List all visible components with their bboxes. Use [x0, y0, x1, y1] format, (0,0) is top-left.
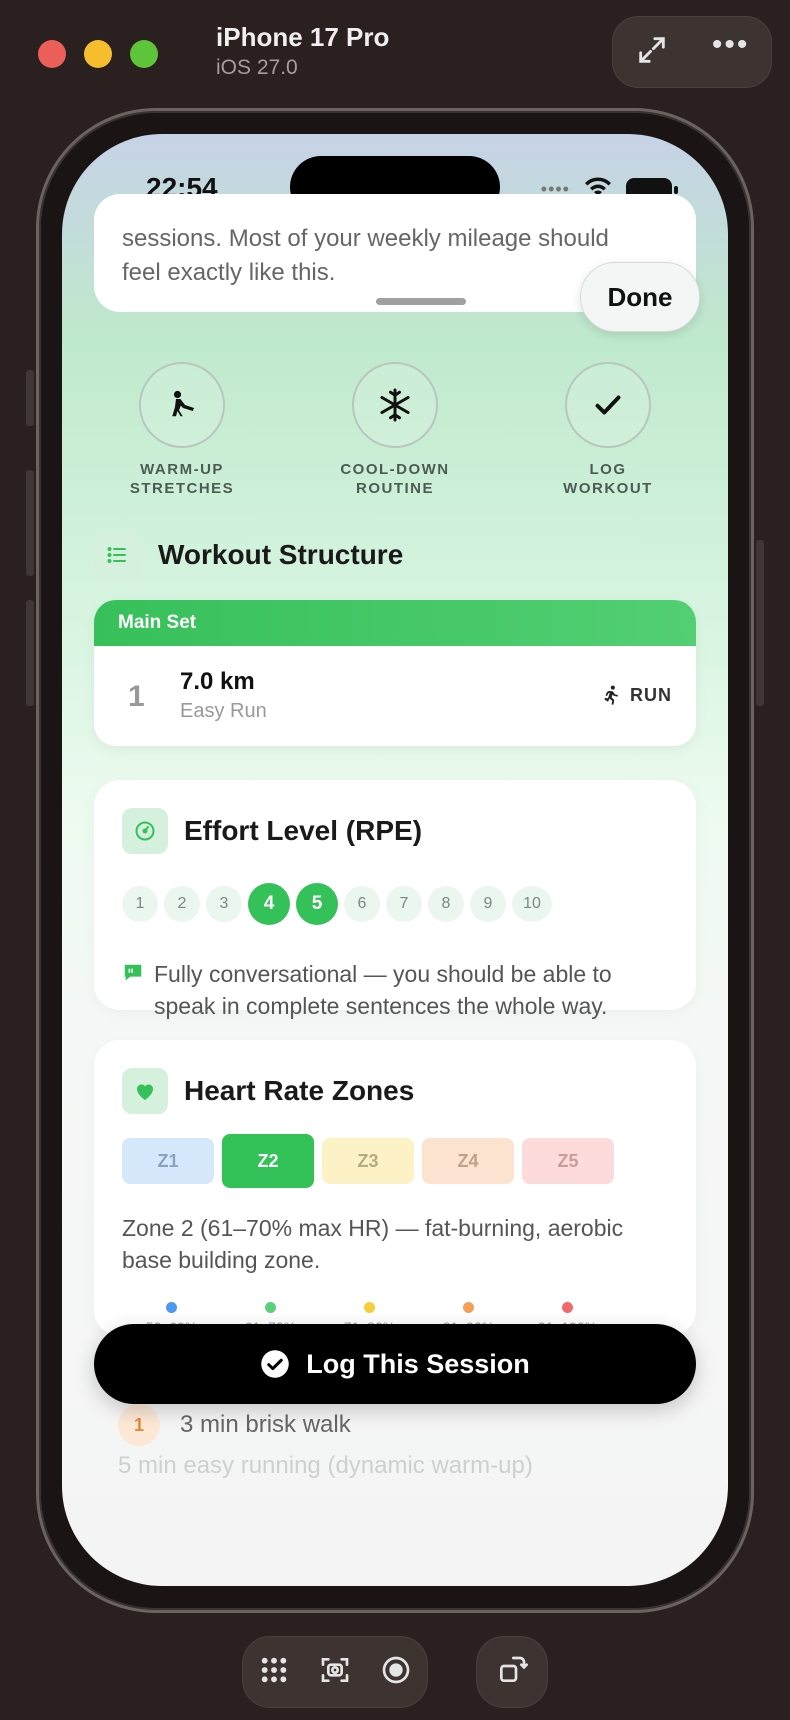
os-version: iOS 27.0: [216, 56, 298, 79]
legend-dot: [463, 1302, 474, 1313]
description-line-1: sessions. Most of your weekly mileage sh…: [122, 225, 609, 252]
log-session-button[interactable]: Log This Session: [94, 1324, 696, 1404]
legend-dot: [265, 1302, 276, 1313]
rpe-note: Fully conversational — you should be abl…: [122, 958, 672, 1022]
qa-label-3b: WORKOUT: [563, 480, 653, 497]
rpe-7[interactable]: 7: [386, 886, 422, 922]
rpe-9[interactable]: 9: [470, 886, 506, 922]
effort-header: Effort Level (RPE): [122, 808, 422, 854]
log-workout-action[interactable]: LOG WORKOUT: [518, 362, 698, 498]
action-button: [26, 370, 34, 426]
runner-icon: [604, 685, 618, 705]
rpe-3[interactable]: 3: [206, 886, 242, 922]
expand-icon[interactable]: [635, 33, 669, 72]
snowflake-icon: [380, 388, 410, 422]
sheet-grabber[interactable]: [376, 298, 466, 305]
heart-rate-title: Heart Rate Zones: [184, 1075, 415, 1106]
legend-dot: [364, 1302, 375, 1313]
heart-rate-header: Heart Rate Zones: [122, 1068, 414, 1114]
warmup-step-number: 1: [118, 1404, 160, 1446]
zone-1-button[interactable]: Z1: [122, 1138, 214, 1184]
rpe-note-text: Fully conversational — you should be abl…: [154, 961, 612, 1019]
gauge-icon: [122, 808, 168, 854]
speech-bubble-icon: [124, 964, 142, 981]
record-icon[interactable]: [380, 1654, 412, 1691]
workout-structure-header: Workout Structure: [94, 532, 403, 578]
run-tag: RUN: [600, 684, 672, 706]
rpe-10[interactable]: 10: [512, 886, 552, 922]
qa-label-1b: STRETCHES: [129, 480, 235, 497]
warmup-stretches-action[interactable]: WARM-UP STRETCHES: [92, 362, 272, 498]
rpe-scale: 1 2 3 4 5 6 7 8 9 10: [122, 883, 552, 925]
zoom-window-button[interactable]: [130, 40, 158, 68]
qa-circle[interactable]: [139, 362, 225, 448]
qa-label-2: COOL-DOWN: [340, 461, 450, 478]
log-session-label: Log This Session: [306, 1348, 530, 1379]
zone-selector: Z1 Z2 Z3 Z4 Z5: [122, 1134, 614, 1188]
list-icon: [94, 532, 140, 578]
zone-5-button[interactable]: Z5: [522, 1138, 614, 1184]
home-grid-icon[interactable]: [258, 1654, 290, 1691]
zone-description: Zone 2 (61–70% max HR) — fat-burning, ae…: [122, 1215, 624, 1273]
app-screen: 22:54 •••• sessions. Most of your weekly…: [62, 134, 728, 1586]
warmup-list-item: 1 3 min brisk walk: [118, 1404, 351, 1446]
heart-icon: [122, 1068, 168, 1114]
simulator-toolbar: [242, 1636, 428, 1708]
checkmark-icon: [595, 395, 621, 415]
legend-dot: [166, 1302, 177, 1313]
qa-label-2b: ROUTINE: [356, 480, 434, 497]
heart-rate-card: Heart Rate Zones Z1 Z2 Z3 Z4 Z5 Zone 2 (…: [94, 1040, 696, 1336]
effort-card: Effort Level (RPE) 1 2 3 4 5 6 7 8 9 10 …: [94, 780, 696, 1019]
more-options-icon[interactable]: •••: [712, 30, 750, 60]
close-window-button[interactable]: [38, 40, 66, 68]
legend-dot: [562, 1302, 573, 1313]
run-tag-label: RUN: [630, 684, 672, 705]
zone-4-button[interactable]: Z4: [422, 1138, 514, 1184]
warmup-step-text: 3 min brisk walk: [180, 1411, 351, 1438]
window-controls: [38, 40, 158, 68]
volume-down-button: [26, 600, 34, 706]
main-set-card[interactable]: Main Set 1 7.0 km Easy Run RUN: [94, 600, 696, 746]
rotate-icon[interactable]: [496, 1654, 528, 1691]
description-line-2: feel exactly like this.: [122, 259, 336, 286]
qa-label-3: LOG: [589, 461, 627, 478]
rotate-toolbar: [476, 1636, 548, 1708]
cooldown-routine-action[interactable]: COOL-DOWN ROUTINE: [305, 362, 485, 498]
rpe-1[interactable]: 1: [122, 886, 158, 922]
zone-3-button[interactable]: Z3: [322, 1138, 414, 1184]
volume-up-button: [26, 470, 34, 576]
qa-circle[interactable]: [565, 362, 651, 448]
effort-title: Effort Level (RPE): [184, 815, 423, 846]
rpe-8[interactable]: 8: [428, 886, 464, 922]
step-number: 1: [128, 680, 145, 713]
warmup-list-item-2: 5 min easy running (dynamic warm-up): [118, 1452, 533, 1479]
main-set-label: Main Set: [94, 600, 696, 646]
qa-circle[interactable]: [352, 362, 438, 448]
step-distance: 7.0 km: [180, 668, 255, 695]
zone-2-button[interactable]: Z2: [222, 1134, 314, 1188]
device-name: iPhone 17 Pro: [216, 22, 390, 52]
screenshot-icon[interactable]: [319, 1654, 351, 1691]
section-title: Workout Structure: [158, 539, 404, 570]
check-circle-icon: [261, 1350, 289, 1378]
qa-label-1: WARM-UP: [140, 461, 224, 478]
stretch-icon: [172, 390, 194, 417]
power-button: [756, 540, 764, 706]
done-button[interactable]: Done: [580, 262, 700, 332]
rpe-6[interactable]: 6: [344, 886, 380, 922]
rpe-5[interactable]: 5: [296, 883, 338, 925]
rpe-4[interactable]: 4: [248, 883, 290, 925]
rpe-2[interactable]: 2: [164, 886, 200, 922]
minimize-window-button[interactable]: [84, 40, 112, 68]
window-toolbar: •••: [612, 16, 772, 88]
step-type: Easy Run: [180, 700, 267, 722]
phone-screen: 22:54 •••• sessions. Most of your weekly…: [62, 134, 728, 1586]
